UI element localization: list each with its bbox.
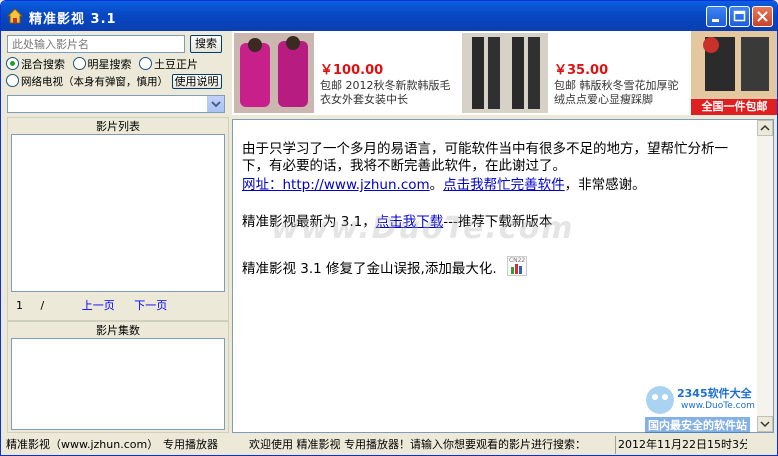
page-separator: / [40,299,45,312]
status-site: 精准影视（www.jzhun.com） [6,438,158,451]
status-message: 欢迎使用 精准影视 专用播放器！请输入你想要观看的影片进行搜索： [249,438,586,451]
radio-icon [139,57,152,70]
radio-selected-icon [6,57,19,70]
ad-item-shipping[interactable]: 全国一件包邮 [691,31,777,115]
ad-product-image [462,33,548,113]
logo-slogan: 国内最安全的软件站 [645,417,750,433]
ad-text: 包邮 2012秋冬新款韩版毛衣女外套女装中长 [320,79,451,106]
episodes-group: 影片集数 [7,321,229,433]
radio-nettv[interactable]: 网络电视（本身有弹窗，慎用） [6,74,168,88]
logo-url: www.DuoTe.com [681,401,755,411]
close-button[interactable] [752,6,773,27]
ad-price: ￥35.00 [554,63,609,78]
logo-brand: 2345软件大全 [677,387,752,400]
ad-banner[interactable]: ￥100.00 包邮 2012秋冬新款韩版毛衣女外套女装中长 ￥35.00 包邮… [232,31,777,115]
radio-tudou[interactable]: 土豆正片 [139,57,198,71]
radio-star-label: 明星搜索 [87,58,132,71]
pager: 1 / 上一页 下一页 [16,297,226,313]
status-player: 专用播放器 [163,438,218,451]
status-bar: 精准影视（www.jzhun.com） 专用播放器 欢迎使用 精准影视 专用播放… [1,434,777,455]
radio-nettv-label: 网络电视（本身有弹窗，慎用） [21,76,168,88]
source-select[interactable] [7,95,225,113]
page-current: 1 [16,299,23,312]
nettv-row: 网络电视（本身有弹窗，慎用） 使用说明 [6,74,222,90]
minimize-icon [707,7,726,26]
title-bar[interactable]: 精准影视 3.1 [1,1,777,31]
ad-free-shipping-text: 全国一件包邮 [691,99,777,115]
intro-text: 由于只学习了一个多月的易语言，可能软件当中有很多不足的地方，望帮忙分析一下，有必… [242,141,728,174]
help-improve-link[interactable]: 点击我帮忙完善软件 [443,177,565,193]
mascot-icon [646,386,674,414]
main-window: 精准影视 3.1 搜索 混合搜索 明星搜索 土豆正片 网络电视（本身有弹窗，慎用… [0,0,778,456]
ad-product-image [234,33,314,113]
prev-page-link[interactable]: 上一页 [82,299,115,312]
ad-price: ￥100.00 [320,63,384,78]
radio-star-search[interactable]: 明星搜索 [72,57,132,71]
movie-list-title: 影片列表 [8,118,228,133]
bar-chart-icon[interactable]: CN22 [506,256,527,276]
window-title: 精准影视 3.1 [29,12,117,27]
chevron-down-icon[interactable] [207,96,224,112]
website-sep: 。 [429,177,444,193]
search-input[interactable] [7,35,185,53]
scroll-up-icon[interactable] [757,120,773,136]
search-button[interactable]: 搜索 [190,35,222,53]
radio-mixed-search[interactable]: 混合搜索 [6,57,65,71]
radio-icon [6,74,19,87]
ad-text: 包邮 韩版秋冬雪花加厚驼绒点点爱心显瘦踩脚 [554,79,679,106]
episodes-title: 影片集数 [8,322,228,337]
radio-tudou-label: 土豆正片 [154,58,198,71]
movie-list-group: 影片列表 1 / 上一页 下一页 [7,117,229,321]
fix-note: 精准影视 3.1 修复了金山误报,添加最大化. [242,261,497,277]
website-line: 网址：http://www.jzhun.com。点击我帮忙完善软件，非常感谢。 [242,177,752,194]
home-icon [7,8,23,24]
maximize-button[interactable] [729,6,750,27]
ad-product-image [691,31,777,97]
search-mode-row: 混合搜索 明星搜索 土豆正片 [6,56,198,72]
episodes-listbox[interactable] [11,338,225,430]
website-tail: ，非常感谢。 [564,177,646,193]
corner-logo: 2345软件大全 www.DuoTe.com 国内最安全的软件站 [641,381,777,433]
radio-mixed-label: 混合搜索 [21,58,65,71]
ad-item-sweater[interactable]: ￥100.00 包邮 2012秋冬新款韩版毛衣女外套女装中长 [232,31,460,115]
minimize-button[interactable] [706,6,727,27]
movie-listbox[interactable] [11,134,225,292]
left-panel: 搜索 混合搜索 明星搜索 土豆正片 网络电视（本身有弹窗，慎用） 使用说明 影片… [4,31,230,433]
fix-note-line: 精准影视 3.1 修复了金山误报,添加最大化. CN22 [242,256,752,278]
maximize-icon [730,7,749,26]
ad-item-leggings[interactable]: ￥35.00 包邮 韩版秋冬雪花加厚驼绒点点爱心显瘦踩脚 [462,31,690,115]
watermark: www.DuoTe.com [271,211,575,246]
website-link[interactable]: 网址：http://www.jzhun.com [242,177,430,193]
close-icon [753,7,772,26]
next-page-link[interactable]: 下一页 [134,299,167,312]
radio-icon [72,57,86,70]
help-button[interactable]: 使用说明 [171,74,222,89]
status-time: 2012年11月22日15时3分 [615,436,747,454]
